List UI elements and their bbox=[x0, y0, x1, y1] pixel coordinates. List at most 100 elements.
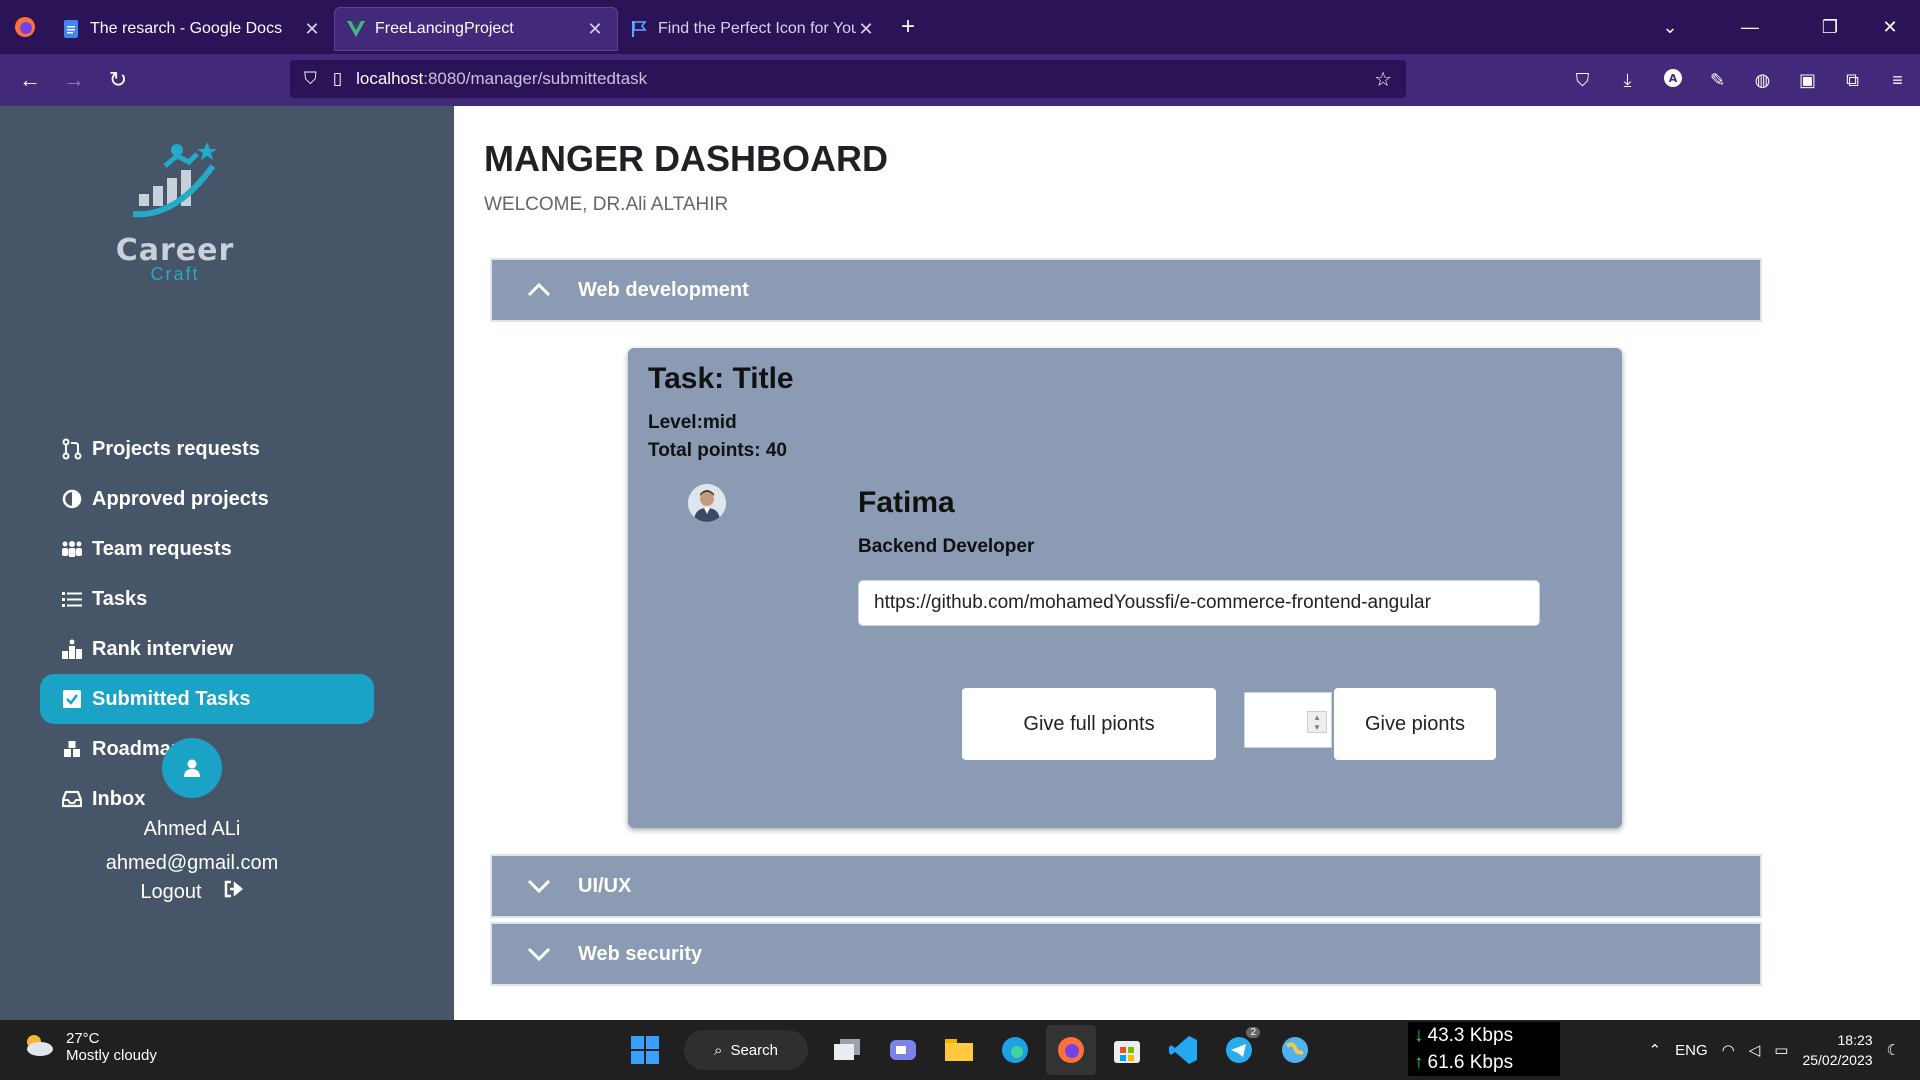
google-docs-icon bbox=[62, 20, 80, 38]
pocket-icon[interactable]: ⛉ bbox=[1560, 70, 1605, 91]
points-input[interactable]: ▴ ▾ bbox=[1244, 692, 1332, 748]
system-tray: ⌃ ENG ◠ ◁ ▭ 18:23 25/02/2023 ☾ bbox=[1649, 1020, 1920, 1080]
give-full-points-button[interactable]: Give full pionts bbox=[962, 688, 1216, 760]
taskbar-search-button[interactable]: ⌕ Search bbox=[684, 1030, 808, 1070]
close-window-icon[interactable]: ✕ bbox=[1860, 17, 1920, 38]
task-card: Task: Title Level:mid Total points: 40 F… bbox=[628, 348, 1622, 828]
podium-icon bbox=[58, 639, 86, 659]
spinner-icon[interactable]: ▴ ▾ bbox=[1307, 711, 1327, 733]
notification-badge: 2 bbox=[1246, 1027, 1260, 1038]
submitter-name: Fatima bbox=[858, 486, 955, 519]
avatar[interactable] bbox=[162, 738, 222, 798]
logout-button[interactable]: Logout bbox=[0, 880, 384, 904]
sidebar-item-label: Tasks bbox=[92, 587, 148, 610]
language-indicator[interactable]: ENG bbox=[1675, 1042, 1708, 1059]
file-explorer-icon[interactable] bbox=[934, 1025, 984, 1075]
reload-icon[interactable]: ↻ bbox=[96, 60, 140, 100]
weather-widget[interactable]: 27°C Mostly cloudy bbox=[22, 1030, 157, 1064]
wifi-icon[interactable]: ◠ bbox=[1722, 1041, 1735, 1059]
close-icon[interactable]: ✕ bbox=[585, 19, 605, 40]
account-icon[interactable]: A bbox=[1650, 68, 1695, 93]
search-icon: ⌕ bbox=[714, 1041, 723, 1059]
windows-taskbar: 27°C Mostly cloudy ⌕ Search 2 ↓ 43.3 Kbps … bbox=[0, 1020, 1920, 1080]
maps-globe-icon[interactable] bbox=[1270, 1025, 1320, 1075]
restore-icon[interactable]: ❐ bbox=[1800, 17, 1860, 38]
back-icon[interactable]: ← bbox=[8, 60, 52, 100]
sidebar-item-label: Submitted Tasks bbox=[92, 687, 251, 710]
weather-temp: 27°C bbox=[66, 1030, 100, 1047]
browser-tab-strip: The resarch - Google Docs ✕ FreeLancingP… bbox=[0, 0, 1920, 54]
clock-date: 25/02/2023 bbox=[1802, 1052, 1873, 1068]
chevron-down-icon bbox=[514, 879, 564, 893]
focus-moon-icon[interactable]: ☾ bbox=[1887, 1041, 1900, 1059]
welcome-text: WELCOME, DR.Ali ALTAHIR bbox=[484, 194, 729, 215]
accordion-ui-ux[interactable]: UI/UX bbox=[490, 854, 1762, 918]
accordion-web-development[interactable]: Web development bbox=[490, 258, 1762, 322]
extensions-icon[interactable]: ⧉ bbox=[1830, 70, 1875, 91]
url-host: localhost bbox=[356, 69, 424, 88]
download-speed: 43.3 Kbps bbox=[1427, 1025, 1514, 1046]
menu-icon[interactable]: ≡ bbox=[1875, 70, 1920, 91]
telegram-icon[interactable]: 2 bbox=[1214, 1025, 1264, 1075]
accordion-web-security[interactable]: Web security bbox=[490, 922, 1762, 986]
career-craft-logo[interactable]: Career Craft bbox=[110, 136, 240, 296]
store-icon[interactable] bbox=[1102, 1025, 1152, 1075]
sidebar-item-approved-projects[interactable]: Approved projects bbox=[40, 474, 374, 524]
close-icon[interactable]: ✕ bbox=[302, 19, 322, 40]
url-bar[interactable]: ⛉ ▯ localhost:8080/manager/submittedtask… bbox=[290, 60, 1406, 98]
volume-icon[interactable]: ◁ bbox=[1749, 1041, 1761, 1059]
globe-icon[interactable]: ◍ bbox=[1740, 70, 1785, 91]
taskbar-apps: ⌕ Search 2 bbox=[620, 1024, 1320, 1076]
firefox-icon[interactable] bbox=[0, 0, 50, 54]
tab-google-docs[interactable]: The resarch - Google Docs ✕ bbox=[50, 7, 334, 51]
accordion-label: Web development bbox=[578, 278, 749, 301]
task-total-points: Total points: 40 bbox=[648, 440, 787, 461]
teams-chat-icon[interactable] bbox=[878, 1025, 928, 1075]
submission-link-field[interactable] bbox=[858, 580, 1540, 626]
check-square-icon bbox=[58, 689, 86, 709]
shield-icon[interactable]: ⛉ bbox=[304, 69, 317, 89]
accordion-label: Web security bbox=[578, 942, 703, 965]
user-icon bbox=[184, 759, 200, 777]
logo-icon bbox=[132, 142, 217, 218]
list-icon bbox=[58, 590, 86, 608]
network-speed-widget: ↓ 43.3 Kbps ↑ 61.6 Kbps bbox=[1408, 1022, 1560, 1076]
sidebar-item-submitted-tasks[interactable]: Submitted Tasks bbox=[40, 674, 374, 724]
svg-text:A: A bbox=[1668, 72, 1677, 85]
sidebar: Career Craft Projects requests Approved … bbox=[0, 106, 454, 1020]
page-icon: ▯ bbox=[332, 69, 343, 88]
cloudy-icon bbox=[22, 1032, 54, 1062]
bookmark-star-icon[interactable]: ☆ bbox=[1374, 67, 1392, 92]
tab-icon-search[interactable]: Find the Perfect Icon for Your Pr ✕ bbox=[618, 7, 888, 51]
minimize-icon[interactable]: — bbox=[1700, 17, 1800, 38]
list-all-tabs-icon[interactable]: ⌄ bbox=[1640, 17, 1700, 38]
clock[interactable]: 18:23 25/02/2023 bbox=[1802, 1030, 1872, 1070]
task-view-icon[interactable] bbox=[822, 1025, 872, 1075]
battery-icon[interactable]: ▭ bbox=[1774, 1041, 1788, 1059]
edge-icon[interactable] bbox=[990, 1025, 1040, 1075]
tab-label: FreeLancingProject bbox=[375, 20, 514, 37]
tab-freelancing-project[interactable]: FreeLancingProject ✕ bbox=[334, 7, 618, 51]
forward-icon[interactable]: → bbox=[52, 60, 96, 100]
chevron-up-icon[interactable]: ⌃ bbox=[1649, 1041, 1662, 1059]
windows-start-icon[interactable] bbox=[620, 1025, 670, 1075]
download-icon[interactable]: ⤓ bbox=[1605, 70, 1650, 91]
sidebar-item-label: Rank interview bbox=[92, 637, 234, 660]
sidebar-item-tasks[interactable]: Tasks bbox=[40, 574, 374, 624]
vscode-icon[interactable] bbox=[1158, 1025, 1208, 1075]
sidebar-item-label: Projects requests bbox=[92, 437, 260, 460]
give-points-button[interactable]: Give pionts bbox=[1334, 688, 1496, 760]
color-picker-icon[interactable]: ✎ bbox=[1695, 70, 1740, 91]
sidebar-item-rank-interview[interactable]: Rank interview bbox=[40, 624, 374, 674]
logo-word: Career bbox=[115, 233, 235, 268]
new-tab-button[interactable]: + bbox=[888, 13, 928, 41]
weather-desc: Mostly cloudy bbox=[66, 1047, 157, 1064]
reader-icon[interactable]: ▣ bbox=[1785, 70, 1830, 91]
user-name: Ahmed ALi bbox=[143, 818, 241, 840]
half-circle-icon bbox=[58, 489, 86, 509]
clock-time: 18:23 bbox=[1837, 1032, 1873, 1048]
sidebar-item-projects-requests[interactable]: Projects requests bbox=[40, 424, 374, 474]
firefox-taskbar-icon[interactable] bbox=[1046, 1025, 1096, 1075]
close-icon[interactable]: ✕ bbox=[856, 19, 876, 40]
sidebar-item-team-requests[interactable]: Team requests bbox=[40, 524, 374, 574]
